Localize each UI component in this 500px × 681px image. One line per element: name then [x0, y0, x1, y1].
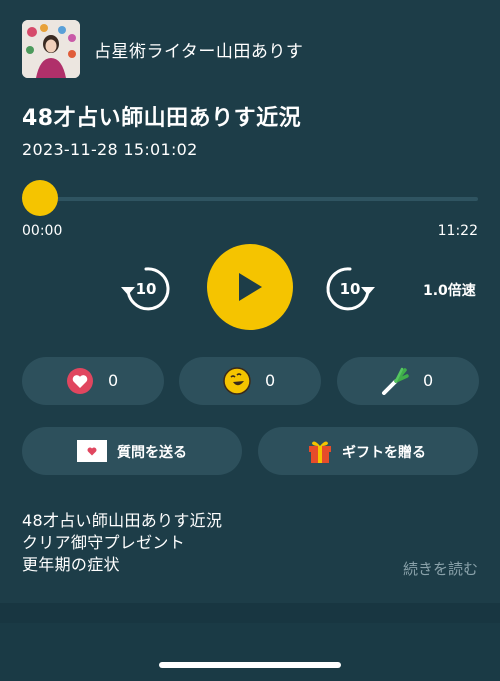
- skip-back-seconds: 10: [135, 280, 157, 298]
- read-more-link[interactable]: 続きを読む: [403, 558, 478, 579]
- laugh-reaction-button[interactable]: 0: [179, 357, 321, 405]
- home-indicator[interactable]: [159, 662, 341, 668]
- skip-back-button[interactable]: 10: [118, 261, 174, 317]
- channel-header[interactable]: 占星術ライター山田ありす: [22, 20, 303, 78]
- description-line: 48才占い師山田ありす近況: [22, 511, 223, 530]
- laugh-icon: [223, 367, 251, 395]
- progress-track[interactable]: [22, 197, 478, 201]
- laugh-count: 0: [265, 371, 276, 390]
- skip-forward-seconds: 10: [339, 280, 361, 298]
- gift-icon: [309, 441, 331, 463]
- avatar-image: [22, 20, 80, 78]
- bottom-safe-area: [0, 623, 500, 681]
- heart-reaction-button[interactable]: 0: [22, 357, 164, 405]
- channel-name[interactable]: 占星術ライター山田ありす: [94, 37, 303, 62]
- leek-reaction-button[interactable]: 0: [337, 357, 479, 405]
- send-question-label: 質問を送る: [117, 445, 187, 461]
- total-time: 11:22: [437, 223, 478, 239]
- episode-title: 48才占い師山田ありす近況: [22, 106, 302, 131]
- current-time: 00:00: [22, 223, 63, 239]
- send-question-button[interactable]: 質問を送る: [22, 427, 242, 475]
- envelope-icon: [77, 440, 107, 462]
- skip-forward-button[interactable]: 10: [322, 261, 378, 317]
- episode-description: 48才占い師山田ありす近況 クリア御守プレゼント 更年期の症状: [22, 510, 222, 576]
- bottom-divider: [0, 603, 500, 623]
- play-button[interactable]: [207, 244, 293, 330]
- progress-thumb[interactable]: [22, 180, 58, 216]
- playback-speed-button[interactable]: 1.0倍速: [423, 280, 476, 300]
- play-icon: [239, 273, 262, 301]
- heart-icon: [67, 368, 93, 394]
- send-gift-label: ギフトを贈る: [342, 445, 426, 461]
- description-line: 更年期の症状: [22, 555, 120, 574]
- heart-count: 0: [108, 371, 119, 390]
- channel-avatar[interactable]: [22, 20, 80, 78]
- leek-count: 0: [423, 371, 434, 390]
- send-gift-button[interactable]: ギフトを贈る: [258, 427, 478, 475]
- episode-date: 2023-11-28 15:01:02: [22, 140, 198, 159]
- leek-icon: [382, 367, 409, 395]
- description-line: クリア御守プレゼント: [22, 533, 186, 552]
